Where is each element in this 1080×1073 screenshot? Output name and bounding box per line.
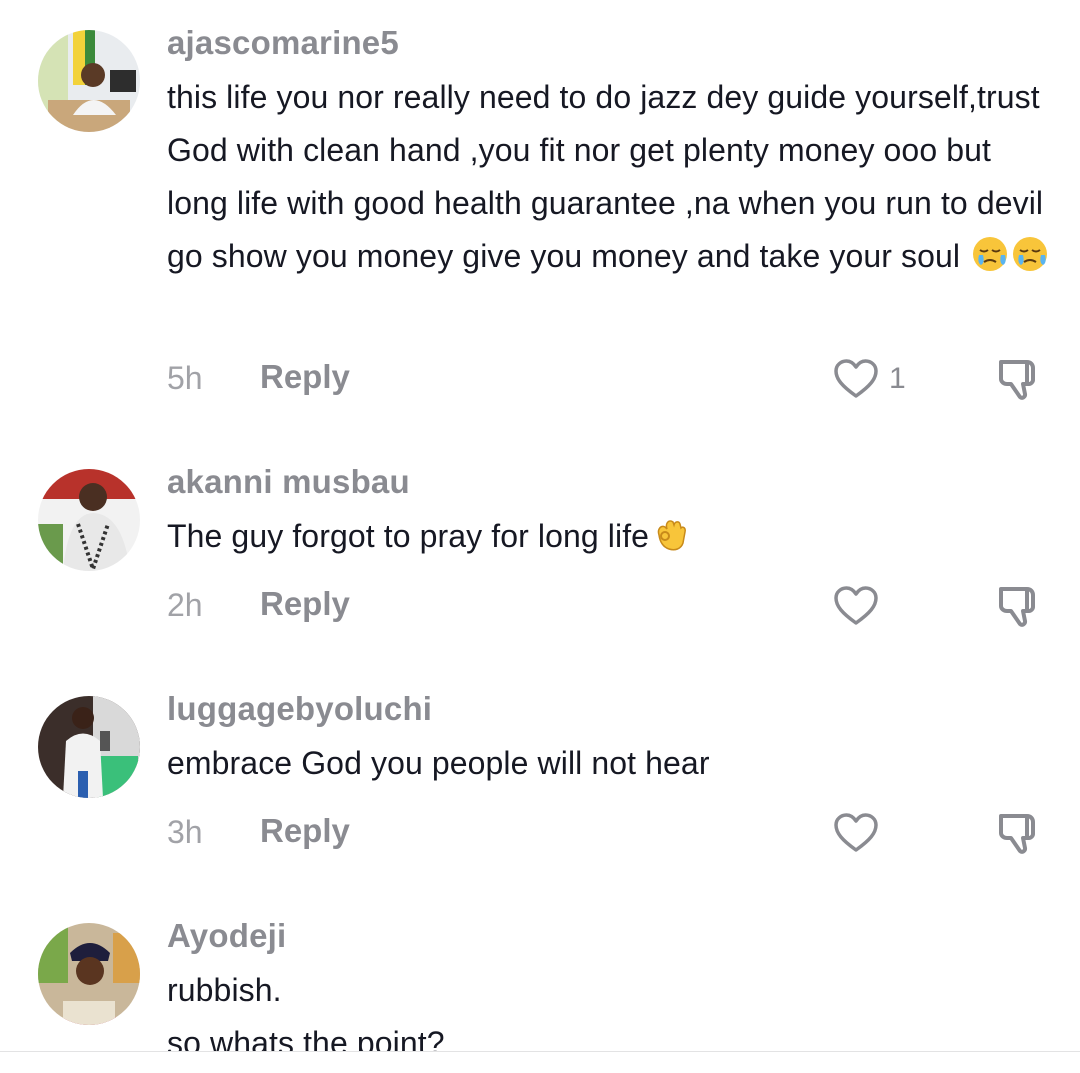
avatar[interactable] [38, 923, 140, 1025]
comment-text: The guy forgot to pray for long life [167, 510, 1057, 563]
thumbs-down-icon [999, 814, 1035, 854]
avatar-image [38, 30, 140, 132]
comment-timestamp: 2h [167, 587, 203, 623]
comment-item: ajascomarine5 this life you nor really n… [0, 0, 1080, 430]
like-button[interactable] [832, 582, 880, 630]
heart-icon [834, 586, 878, 625]
avatar-image [38, 469, 140, 571]
like-button[interactable] [832, 355, 880, 403]
reply-button[interactable]: Reply [260, 585, 350, 623]
comment-username[interactable]: akanni musbau [167, 463, 410, 501]
like-count: 1 [889, 362, 906, 395]
like-button[interactable] [832, 809, 880, 857]
comment-text: embrace God you people will not hear [167, 737, 1057, 790]
bottom-bar [0, 1052, 1080, 1073]
comment-text-body: embrace God you people will not hear [167, 745, 710, 781]
reply-button[interactable]: Reply [260, 812, 350, 850]
heart-icon [834, 359, 878, 398]
avatar-image [38, 923, 140, 1025]
thumbs-down-icon [999, 360, 1035, 400]
comment-username[interactable]: ajascomarine5 [167, 24, 399, 62]
comment-text-body: The guy forgot to pray for long life [167, 518, 650, 554]
avatar[interactable] [38, 696, 140, 798]
dislike-button[interactable] [993, 579, 1045, 631]
comment-text-line: rubbish. [167, 972, 282, 1008]
thumbs-down-icon [999, 587, 1035, 627]
crying-face-emoji-icon [1011, 235, 1049, 273]
avatar[interactable] [38, 30, 140, 132]
avatar-image [38, 696, 140, 798]
comment-text: this life you nor really need to do jazz… [167, 71, 1057, 283]
reply-button[interactable]: Reply [260, 358, 350, 396]
comment-username[interactable]: Ayodeji [167, 917, 286, 955]
comment-timestamp: 5h [167, 360, 203, 396]
dislike-button[interactable] [993, 806, 1045, 858]
heart-icon [834, 813, 878, 852]
comment-username[interactable]: luggagebyoluchi [167, 690, 432, 728]
comment-timestamp: 3h [167, 814, 203, 850]
ok-hand-emoji-icon [651, 515, 689, 553]
avatar[interactable] [38, 469, 140, 571]
dislike-button[interactable] [993, 352, 1045, 404]
comment-text-body: this life you nor really need to do jazz… [167, 79, 1044, 274]
crying-face-emoji-icon [971, 235, 1009, 273]
